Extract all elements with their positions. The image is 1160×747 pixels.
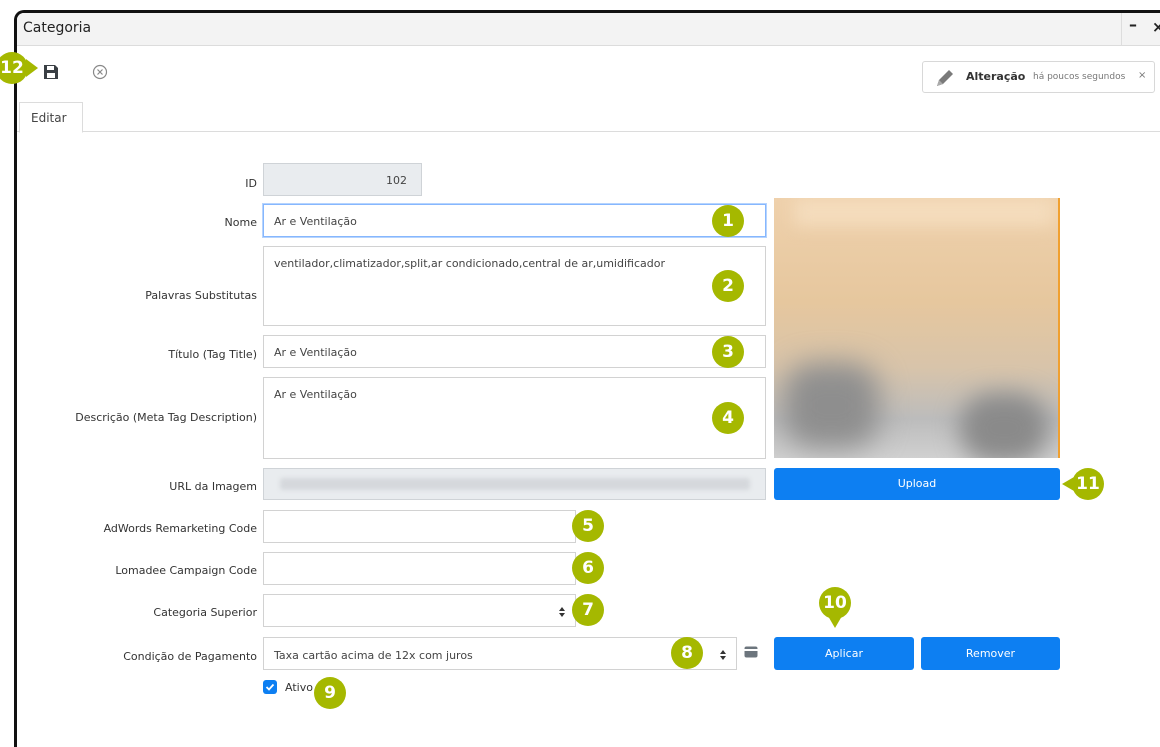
marker-10-pointer-icon	[828, 616, 842, 628]
annotation-marker-3: 3	[712, 336, 744, 368]
palavras-value: ventilador,climatizador,split,ar condici…	[274, 257, 665, 270]
url-imagem-label: URL da Imagem	[169, 480, 257, 493]
tab-bar: Editar	[17, 102, 1160, 133]
ativo-checkbox[interactable]	[263, 680, 277, 694]
categoria-superior-label: Categoria Superior	[153, 606, 257, 619]
categoria-superior-select[interactable]	[263, 594, 576, 627]
palavras-label: Palavras Substitutas	[145, 289, 257, 302]
change-time: há poucos segundos	[1033, 72, 1126, 82]
descricao-textarea[interactable]: Ar e Ventilação	[263, 377, 766, 459]
descricao-value: Ar e Ventilação	[274, 388, 357, 401]
image-blur-left	[784, 363, 879, 448]
lomadee-input[interactable]	[263, 552, 576, 585]
condicao-value: Taxa cartão acima de 12x com juros	[274, 649, 473, 662]
nome-value: Ar e Ventilação	[274, 215, 357, 228]
annotation-marker-10: 10	[819, 587, 851, 619]
window-title: Categoria	[23, 20, 92, 36]
condicao-label: Condição de Pagamento	[123, 650, 257, 663]
annotation-marker-4: 4	[712, 402, 744, 434]
marker-12-pointer-icon	[26, 59, 38, 77]
nome-label: Nome	[224, 216, 257, 229]
titulo-label: Título (Tag Title)	[168, 348, 257, 361]
tab-editar[interactable]: Editar	[19, 102, 83, 133]
change-label: Alteração	[966, 70, 1026, 83]
card-icon[interactable]	[744, 646, 758, 658]
descricao-label: Descrição (Meta Tag Description)	[75, 411, 257, 424]
image-blur-right	[959, 393, 1049, 458]
select-arrows-icon	[720, 650, 726, 660]
annotation-marker-5: 5	[572, 510, 604, 542]
nome-input[interactable]: Ar e Ventilação	[263, 204, 766, 237]
id-label: ID	[245, 177, 257, 190]
url-imagem-field	[263, 468, 766, 500]
marker-11-pointer-icon	[1062, 477, 1074, 491]
annotation-marker-7: 7	[572, 594, 604, 626]
aplicar-button[interactable]: Aplicar	[774, 637, 914, 670]
remover-button[interactable]: Remover	[921, 637, 1060, 670]
annotation-marker-2: 2	[712, 270, 744, 302]
adwords-input[interactable]	[263, 510, 576, 543]
cancel-circle-icon[interactable]	[92, 64, 108, 80]
ativo-label: Ativo	[285, 681, 313, 694]
palavras-textarea[interactable]: ventilador,climatizador,split,ar condici…	[263, 246, 766, 326]
pencil-icon	[937, 70, 953, 86]
id-value: 102	[386, 174, 407, 187]
save-icon[interactable]	[43, 64, 59, 80]
close-window-button[interactable]: ×	[1152, 18, 1160, 36]
category-image-preview	[774, 198, 1060, 458]
titulo-value: Ar e Ventilação	[274, 346, 357, 359]
annotation-marker-11: 11	[1072, 468, 1104, 500]
annotation-marker-8: 8	[671, 637, 703, 669]
annotation-marker-1: 1	[712, 205, 744, 237]
condicao-select[interactable]: Taxa cartão acima de 12x com juros	[263, 637, 737, 670]
upload-button[interactable]: Upload	[774, 468, 1060, 500]
minimize-button[interactable]: –	[1129, 15, 1137, 34]
change-status-badge: Alteração há poucos segundos ×	[922, 61, 1155, 93]
titlebar-divider	[1121, 13, 1122, 46]
id-field: 102	[263, 163, 422, 196]
lomadee-label: Lomadee Campaign Code	[115, 564, 257, 577]
category-window: Categoria – × Alteração há poucos segund…	[14, 10, 1160, 747]
annotation-marker-6: 6	[572, 552, 604, 584]
dismiss-badge-button[interactable]: ×	[1138, 70, 1146, 81]
adwords-label: AdWords Remarketing Code	[103, 522, 257, 535]
image-blur-top	[794, 198, 1054, 226]
select-arrows-icon	[559, 607, 565, 617]
titulo-input[interactable]: Ar e Ventilação	[263, 335, 766, 368]
url-imagem-value-blurred	[280, 478, 750, 490]
title-bar: Categoria – ×	[17, 13, 1160, 46]
annotation-marker-9: 9	[314, 677, 346, 709]
